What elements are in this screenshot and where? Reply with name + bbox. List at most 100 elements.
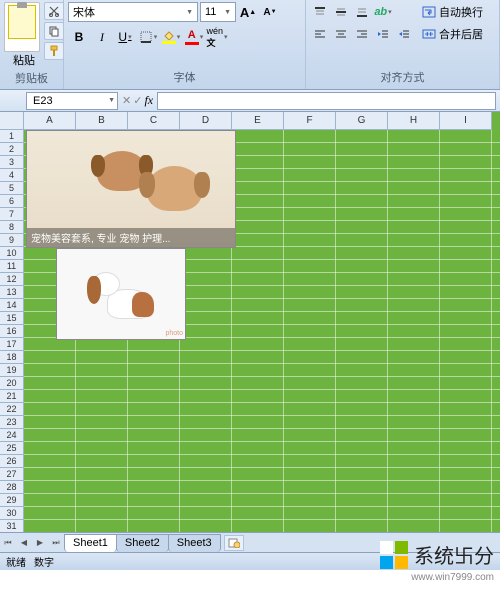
font-name-value: 宋体 (73, 4, 95, 20)
status-mode: 数字 (34, 554, 54, 569)
sheet-tab[interactable]: Sheet2 (116, 534, 169, 552)
row-header[interactable]: 5 (0, 182, 24, 195)
column-header[interactable]: A (24, 112, 76, 130)
select-all-corner[interactable] (0, 112, 24, 130)
sheet-nav-button[interactable]: ◀ (16, 535, 32, 551)
watermark-url: www.win7999.com (411, 572, 494, 583)
copy-button[interactable] (44, 22, 64, 40)
orientation-button[interactable]: ab▾ (373, 2, 393, 22)
name-box[interactable]: E23 ▼ (26, 92, 118, 110)
enter-formula-button[interactable]: ✓ (133, 94, 142, 107)
sheet-tab[interactable]: Sheet3 (168, 534, 221, 552)
align-middle-button[interactable] (331, 2, 351, 22)
new-sheet-button[interactable] (224, 535, 244, 551)
row-header[interactable]: 8 (0, 221, 24, 234)
phonetic-button[interactable]: wén文▾ (206, 26, 228, 48)
sheet-tab[interactable]: Sheet1 (64, 534, 117, 552)
underline-button[interactable]: U▾ (114, 26, 136, 48)
row-header[interactable]: 12 (0, 273, 24, 286)
column-header[interactable]: C (128, 112, 180, 130)
row-header[interactable]: 9 (0, 234, 24, 247)
row-header[interactable]: 3 (0, 156, 24, 169)
border-button[interactable]: ▾ (137, 26, 159, 48)
row-header[interactable]: 10 (0, 247, 24, 260)
embedded-image-1[interactable]: 宠物美容套系, 专业 宠物 护理... (26, 130, 236, 248)
row-header[interactable]: 22 (0, 403, 24, 416)
row-header[interactable]: 1 (0, 130, 24, 143)
sheet-nav-button[interactable]: ▶ (32, 535, 48, 551)
worksheet-grid[interactable]: ABCDEFGHI 123456789101112131415161718192… (0, 112, 500, 532)
row-header[interactable]: 2 (0, 143, 24, 156)
column-header[interactable]: H (388, 112, 440, 130)
row-header[interactable]: 6 (0, 195, 24, 208)
align-right-button[interactable] (352, 24, 372, 44)
embedded-image-2[interactable]: photo (56, 248, 186, 340)
row-header[interactable]: 30 (0, 507, 24, 520)
row-header[interactable]: 21 (0, 390, 24, 403)
increase-font-button[interactable]: A▲ (238, 2, 258, 22)
merge-center-button[interactable]: 合并后居 (420, 24, 485, 44)
formula-input[interactable] (157, 92, 496, 110)
merge-label: 合并后居 (439, 26, 483, 42)
row-header[interactable]: 14 (0, 299, 24, 312)
column-header[interactable]: G (336, 112, 388, 130)
fx-icon[interactable]: fx (144, 93, 153, 108)
cancel-formula-button[interactable]: ✕ (122, 94, 131, 107)
image-watermark: photo (165, 330, 183, 337)
group-font: 宋体 ▼ 11 ▼ A▲ A▼ B I U▾ ▾ ▾ A▾ wén文▾ 字体 (64, 0, 306, 89)
font-size-combo[interactable]: 11 ▼ (200, 2, 236, 22)
row-header[interactable]: 19 (0, 364, 24, 377)
decrease-indent-button[interactable] (373, 24, 393, 44)
chevron-down-icon: ▼ (186, 9, 193, 16)
increase-indent-button[interactable] (394, 24, 414, 44)
row-header[interactable]: 15 (0, 312, 24, 325)
row-header[interactable]: 20 (0, 377, 24, 390)
column-header[interactable]: E (232, 112, 284, 130)
group-label-align: 对齐方式 (310, 67, 495, 87)
row-header[interactable]: 16 (0, 325, 24, 338)
paste-button[interactable]: 粘贴 (4, 2, 44, 68)
column-header[interactable]: I (440, 112, 492, 130)
row-header[interactable]: 17 (0, 338, 24, 351)
bold-button[interactable]: B (68, 26, 90, 48)
row-header[interactable]: 24 (0, 429, 24, 442)
row-header[interactable]: 23 (0, 416, 24, 429)
decrease-font-button[interactable]: A▼ (260, 2, 280, 22)
group-clipboard: 粘贴 剪贴板 (0, 0, 64, 89)
row-header[interactable]: 26 (0, 455, 24, 468)
column-header[interactable]: F (284, 112, 336, 130)
row-header[interactable]: 18 (0, 351, 24, 364)
font-size-value: 11 (205, 6, 216, 18)
row-header[interactable]: 11 (0, 260, 24, 273)
sheet-nav-button[interactable]: ⏭ (48, 535, 64, 551)
align-top-button[interactable] (310, 2, 330, 22)
sheet-nav-button[interactable]: ⏮ (0, 535, 16, 551)
row-header[interactable]: 25 (0, 442, 24, 455)
row-header[interactable]: 27 (0, 468, 24, 481)
italic-button[interactable]: I (91, 26, 113, 48)
row-header[interactable]: 29 (0, 494, 24, 507)
formula-bar: E23 ▼ ✕ ✓ fx (0, 90, 500, 112)
chevron-down-icon: ▼ (224, 9, 231, 16)
font-name-combo[interactable]: 宋体 ▼ (68, 2, 198, 22)
group-align: ab▾ 自动换行 合并后居 (306, 0, 500, 89)
column-header[interactable]: D (180, 112, 232, 130)
font-color-button[interactable]: A▾ (183, 26, 205, 48)
paste-label: 粘贴 (13, 52, 35, 68)
cut-button[interactable] (44, 2, 64, 20)
ribbon: 粘贴 剪贴板 宋体 ▼ 11 ▼ A▲ A▼ (0, 0, 500, 90)
format-painter-button[interactable] (44, 42, 64, 60)
align-center-button[interactable] (331, 24, 351, 44)
row-header[interactable]: 13 (0, 286, 24, 299)
column-header[interactable]: B (76, 112, 128, 130)
row-header[interactable]: 31 (0, 520, 24, 532)
row-header[interactable]: 28 (0, 481, 24, 494)
wrap-text-button[interactable]: 自动换行 (420, 2, 485, 22)
row-header[interactable]: 7 (0, 208, 24, 221)
image-caption: 宠物美容套系, 专业 宠物 护理... (27, 228, 235, 247)
fill-color-button[interactable]: ▾ (160, 26, 182, 48)
row-header[interactable]: 4 (0, 169, 24, 182)
cells-area[interactable]: 宠物美容套系, 专业 宠物 护理... photo (24, 130, 500, 532)
align-left-button[interactable] (310, 24, 330, 44)
align-bottom-button[interactable] (352, 2, 372, 22)
